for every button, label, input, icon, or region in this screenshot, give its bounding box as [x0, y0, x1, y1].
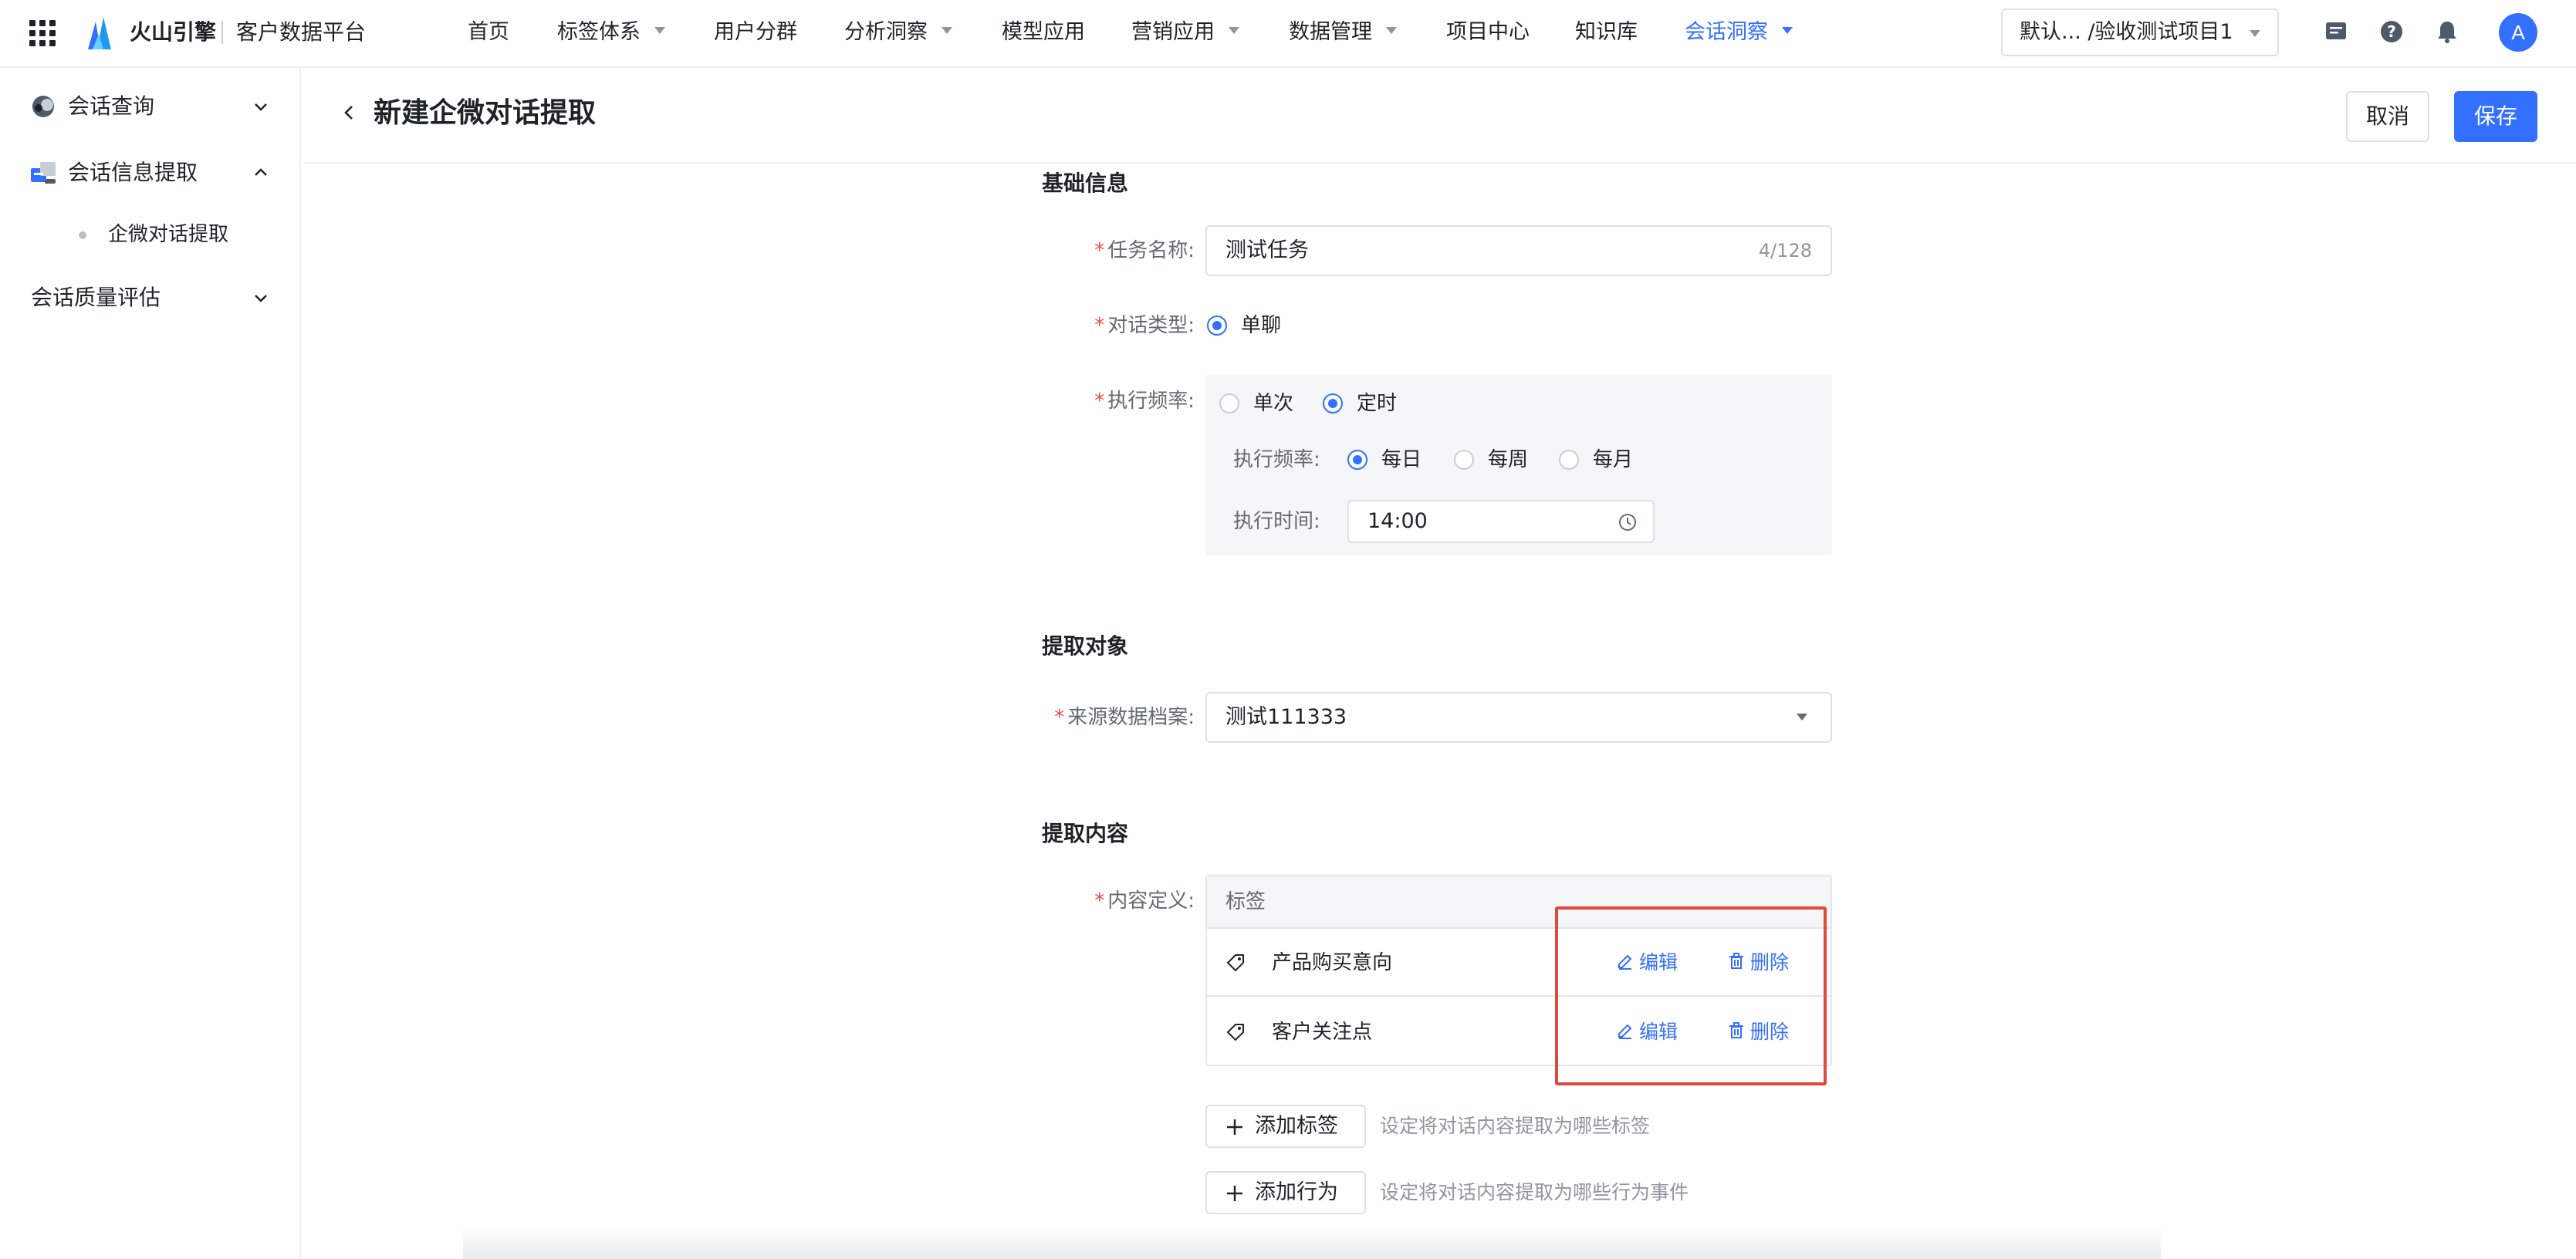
- nav-item-user-segments[interactable]: 用户分群: [714, 17, 797, 48]
- radio-once[interactable]: [1219, 393, 1239, 413]
- plus-icon: [1227, 1119, 1242, 1135]
- plus-icon: [1227, 1186, 1242, 1201]
- cancel-button[interactable]: 取消: [2346, 91, 2429, 142]
- volcano-logo-icon: [88, 17, 111, 49]
- nav-item-data-management[interactable]: 数据管理: [1289, 17, 1397, 48]
- tag-icon: [1226, 954, 1244, 972]
- source-archive-select[interactable]: 测试111333: [1205, 692, 1832, 743]
- radio-label-once: 单次: [1253, 392, 1294, 415]
- source-archive-label: * 来源数据档案:: [1054, 706, 1195, 729]
- dialog-type-label: * 对话类型:: [1094, 314, 1195, 337]
- character-count: 4/128: [1758, 240, 1812, 262]
- tag-name: 客户关注点: [1272, 1021, 1373, 1044]
- sidebar: 会话查询 会话信息提取 企微对话提取 会话质量评估: [0, 68, 301, 1259]
- chevron-down-icon: [654, 27, 665, 34]
- avatar[interactable]: A: [2499, 13, 2537, 52]
- nav-item-knowledge-base[interactable]: 知识库: [1575, 17, 1638, 48]
- section-title-extraction-content: 提取内容: [1042, 821, 1129, 846]
- extraction-icon: [31, 162, 56, 184]
- nav-item-conversation-insight[interactable]: 会话洞察: [1685, 17, 1793, 48]
- required-asterisk: *: [1094, 390, 1105, 413]
- sidebar-subitem-wecom-extraction[interactable]: 企微对话提取: [0, 207, 299, 262]
- section-title-extraction-target: 提取对象: [1042, 633, 1129, 659]
- nav-item-marketing[interactable]: 营销应用: [1131, 17, 1239, 48]
- radio-scheduled[interactable]: [1323, 393, 1343, 413]
- nav-item-analysis[interactable]: 分析洞察: [844, 17, 952, 48]
- nav-item-model-apps[interactable]: 模型应用: [1002, 17, 1085, 48]
- radio-label-daily: 每日: [1381, 448, 1422, 471]
- task-name-input[interactable]: 测试任务 4/128: [1205, 225, 1832, 276]
- tag-icon: [1226, 1024, 1244, 1041]
- save-button[interactable]: 保存: [2454, 91, 2537, 142]
- nav-item-home[interactable]: 首页: [468, 17, 509, 48]
- chevron-down-icon: [941, 27, 952, 34]
- top-navigation-bar: 火山引擎 客户数据平台 首页 标签体系 用户分群 分析洞察 模型应用 营销应用 …: [0, 0, 2576, 68]
- radio-label-scheduled: 定时: [1357, 392, 1398, 415]
- product-name: 客户数据平台: [236, 19, 367, 45]
- chevron-down-icon: [255, 295, 267, 302]
- radio-single-chat[interactable]: [1207, 316, 1227, 336]
- add-behavior-button[interactable]: 添加行为: [1205, 1171, 1366, 1214]
- sidebar-item-quality-evaluation[interactable]: 会话质量评估: [0, 270, 299, 326]
- radio-weekly[interactable]: [1454, 450, 1474, 470]
- project-selector[interactable]: 默认... /验收测试项目1: [2001, 8, 2279, 56]
- nav-item-project-center[interactable]: 项目中心: [1446, 17, 1530, 48]
- page-header: 新建企微对话提取 取消 保存: [303, 69, 2576, 164]
- execution-time-label: 执行时间:: [1233, 510, 1320, 533]
- back-arrow-icon[interactable]: [340, 103, 358, 122]
- chevron-down-icon: [1782, 27, 1793, 34]
- section-title-basic-info: 基础信息: [1042, 170, 1129, 196]
- radio-label-weekly: 每周: [1488, 448, 1529, 471]
- dropdown-caret-icon: [1797, 714, 1807, 721]
- add-behavior-hint: 设定将对话内容提取为哪些行为事件: [1380, 1181, 1689, 1203]
- chevron-down-icon: [1386, 27, 1397, 34]
- execution-time-picker[interactable]: 14:00: [1347, 500, 1655, 543]
- brand-divider: [221, 21, 223, 44]
- task-name-label: * 任务名称:: [1094, 239, 1195, 262]
- app-grid-icon[interactable]: [29, 20, 56, 46]
- add-tag-button[interactable]: 添加标签: [1205, 1105, 1366, 1148]
- chevron-down-icon: [2250, 30, 2260, 37]
- bell-icon[interactable]: [2434, 19, 2460, 45]
- required-asterisk: *: [1094, 314, 1105, 337]
- radio-daily[interactable]: [1347, 450, 1367, 470]
- radio-label-monthly: 每月: [1593, 448, 1634, 471]
- radio-monthly[interactable]: [1559, 450, 1579, 470]
- sidebar-item-conversation-query[interactable]: 会话查询: [0, 79, 299, 134]
- page-title: 新建企微对话提取: [374, 97, 597, 129]
- content-definition-label: * 内容定义:: [1094, 889, 1195, 913]
- message-icon[interactable]: [2323, 19, 2349, 45]
- required-asterisk: *: [1094, 239, 1105, 262]
- chevron-down-icon: [1229, 27, 1239, 34]
- chevron-up-icon: [255, 168, 267, 176]
- sidebar-item-info-extraction[interactable]: 会话信息提取: [0, 145, 299, 201]
- schedule-frequency-label: 执行频率:: [1233, 448, 1320, 471]
- radio-label-single-chat: 单聊: [1241, 314, 1282, 337]
- required-asterisk: *: [1094, 889, 1105, 913]
- help-icon[interactable]: ?: [2378, 19, 2405, 45]
- chevron-down-icon: [255, 103, 267, 111]
- nav-item-tag-system[interactable]: 标签体系: [557, 17, 665, 48]
- bottom-fade: [463, 1227, 2161, 1259]
- add-tag-hint: 设定将对话内容提取为哪些标签: [1380, 1115, 1651, 1137]
- brand-name: 火山引擎: [130, 19, 217, 45]
- tag-name: 产品购买意向: [1272, 951, 1393, 974]
- svg-text:?: ?: [2387, 22, 2396, 41]
- bullet-dot: [79, 231, 86, 239]
- frequency-label: * 执行频率:: [1094, 390, 1195, 413]
- clock-icon: [1619, 514, 1636, 531]
- annotation-highlight-box: [1555, 906, 1827, 1085]
- chat-bubble-icon: [32, 96, 54, 117]
- required-asterisk: *: [1054, 706, 1065, 729]
